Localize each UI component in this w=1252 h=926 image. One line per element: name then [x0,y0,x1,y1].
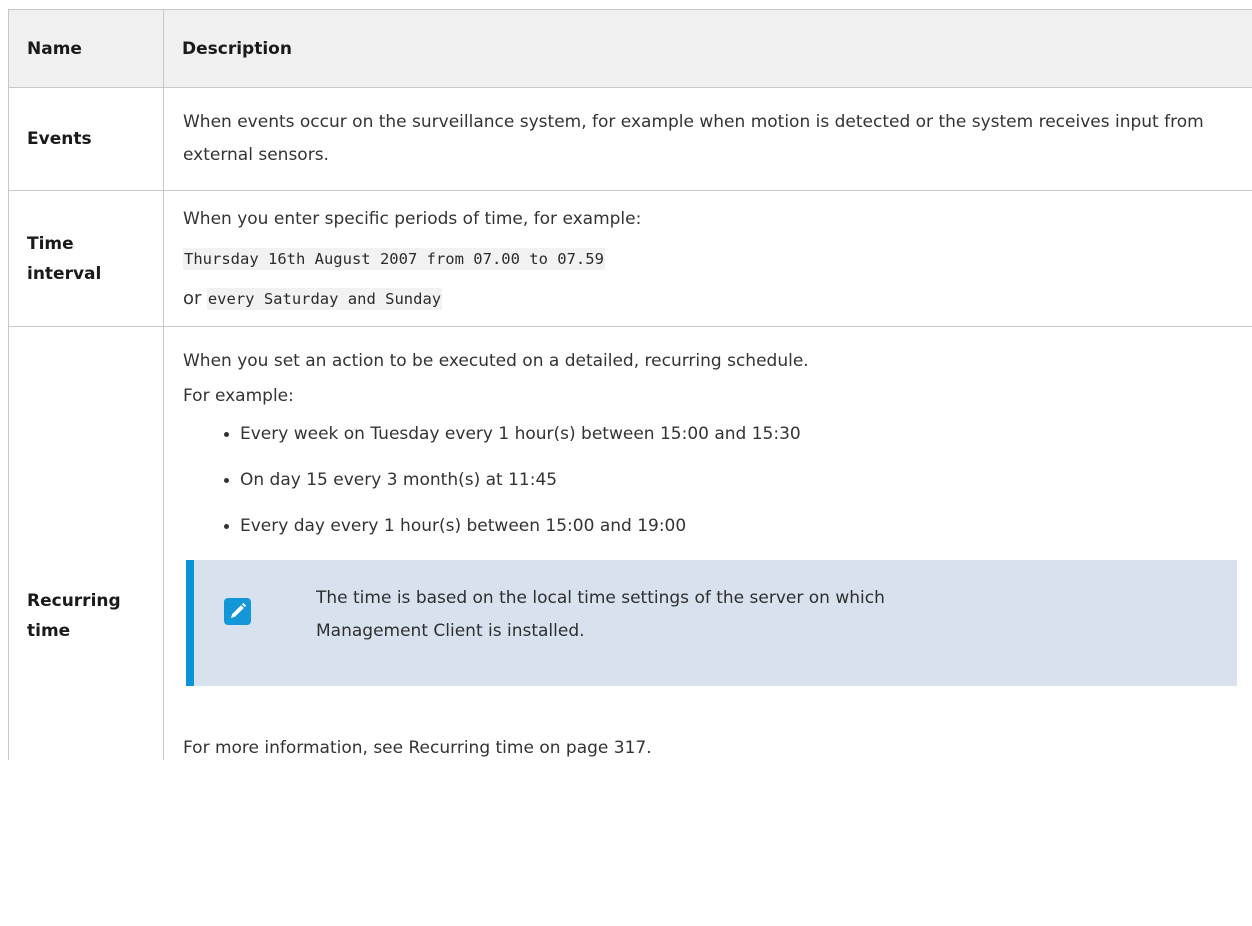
note-line: Management Client is installed. [316,621,585,641]
pencil-icon [224,598,251,625]
column-header-name: Name [8,9,164,88]
trigger-types-table: Name Description Events When events occu… [8,9,1252,760]
time-interval-example-1: Thursday 16th August 2007 from 07.00 to … [183,247,1234,271]
code-example: every Saturday and Sunday [206,287,443,310]
list-item-text: Every day every 1 hour(s) between 15:00 … [240,516,687,536]
row-description-time-interval: When you enter specific periods of time,… [163,190,1252,327]
list-item: On day 15 every 3 month(s) at 11:45 [224,468,1234,492]
table-row-recurring-time: Recurring time When you set an action to… [8,326,1252,760]
table-row-events: Events When events occur on the surveill… [8,87,1252,191]
note-text: The time is based on the local time sett… [316,582,1116,648]
recurring-intro: When you set an action to be executed on… [183,351,809,371]
row-name-line: Time [27,233,74,254]
or-word: or [183,287,202,309]
row-name-time-interval: Time interval [8,190,164,327]
events-description-text: When events occur on the surveillance sy… [183,112,1204,165]
recurring-for-example: For example: [183,386,294,406]
list-item-text: On day 15 every 3 month(s) at 11:45 [240,470,558,490]
row-description-events: When events occur on the surveillance sy… [163,87,1252,191]
row-name-recurring-time: Recurring time [8,326,164,760]
table-header-row: Name Description [8,9,1252,88]
note-callout: The time is based on the local time sett… [186,560,1237,686]
bullet-icon [224,432,229,437]
row-name-events: Events [8,87,164,191]
schedule-examples-list: Every week on Tuesday every 1 hour(s) be… [183,422,1234,538]
list-item: Every week on Tuesday every 1 hour(s) be… [224,422,1234,446]
row-name-line: Recurring [27,591,121,611]
list-item-text: Every week on Tuesday every 1 hour(s) be… [240,424,801,444]
more-info-text: For more information, see Recurring time… [183,738,652,758]
row-name-line: interval [27,263,102,284]
column-header-description: Description [163,9,1252,88]
code-example: Thursday 16th August 2007 from 07.00 to … [183,247,605,270]
list-item: Every day every 1 hour(s) between 15:00 … [224,514,1234,538]
time-interval-intro: When you enter specific periods of time,… [183,208,642,229]
row-name-line: time [27,621,71,641]
row-description-recurring-time: When you set an action to be executed on… [163,326,1252,760]
bullet-icon [224,524,229,529]
bullet-icon [224,478,229,483]
table-row-time-interval: Time interval When you enter specific pe… [8,190,1252,327]
time-interval-example-2: or every Saturday and Sunday [183,287,1234,311]
note-line: The time is based on the local time sett… [316,588,885,608]
